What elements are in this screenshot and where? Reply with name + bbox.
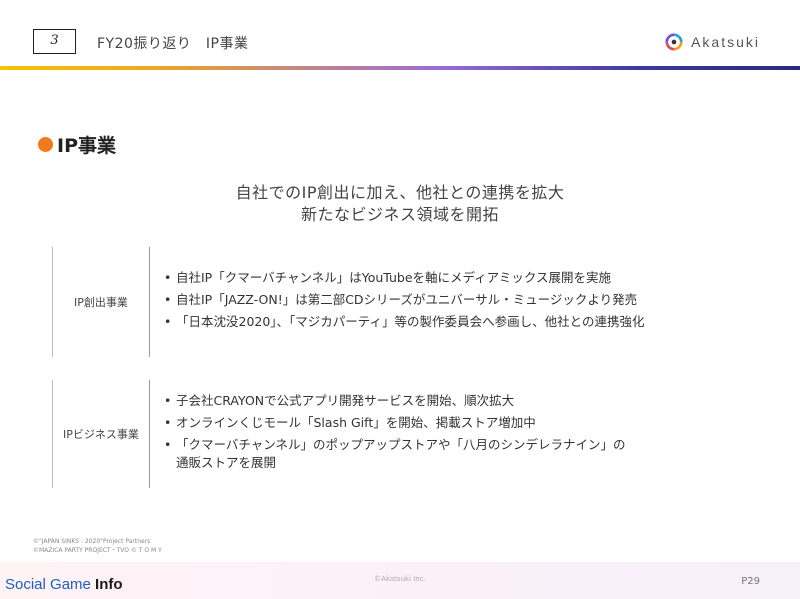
section-number-box: 3 (33, 29, 76, 54)
row-ip-creation: IP創出事業 自社IP「クマーバチャンネル」はYouTubeを軸にメディアミック… (52, 247, 732, 357)
header-gradient-rule (0, 66, 800, 70)
row-ip-business: IPビジネス事業 子会社CRAYONで公式アプリ開発サービスを開始、順次拡大 オ… (52, 380, 732, 488)
row-label: IPビジネス事業 (52, 380, 149, 488)
list-item: 「日本沈没2020」、「マジカパーティ」等の製作委員会へ参画し、他社との連携強化 (164, 311, 644, 333)
header-title: FY20振り返り IP事業 (97, 36, 249, 52)
row-label-text: IP創出事業 (74, 296, 128, 309)
list-item: 「クマーバチャンネル」のポップアップストアや「八月のシンデレラナイン」の 通販ス… (164, 436, 626, 472)
copyright-line: ©MAZICA PARTY PROJECT・TVO © T O M Y (33, 547, 162, 554)
section-heading-text: IP事業 (57, 135, 116, 157)
row-label-text: IPビジネス事業 (63, 428, 139, 441)
list-item-line: 「クマーバチャンネル」のポップアップストアや「八月のシンデレラナイン」の (176, 437, 626, 452)
copyright-notes: ©"JAPAN SINKS : 2020"Project Partners ©M… (33, 537, 162, 555)
logo-text: Akatsuki (691, 34, 760, 50)
lead-line-1: 自社でのIP創出に加え、他社との連携を拡大 (235, 183, 565, 202)
watermark-text-bold: Info (95, 576, 123, 593)
row-label: IP創出事業 (52, 247, 149, 357)
list-item-line: 通販ストアを展開 (176, 455, 277, 470)
list-item: 子会社CRAYONで公式アプリ開発サービスを開始、順次拡大 (164, 390, 626, 412)
row-divider (149, 247, 150, 357)
row-divider (149, 380, 150, 488)
akatsuki-logo-icon (665, 33, 683, 51)
list-item: 自社IP「クマーバチャンネル」はYouTubeを軸にメディアミックス展開を実施 (164, 267, 644, 289)
orange-dot-icon (38, 137, 53, 152)
lead-statement: 自社でのIP創出に加え、他社との連携を拡大 新たなビジネス領域を開拓 (0, 182, 800, 226)
page-number: P29 (741, 576, 760, 587)
lead-line-2: 新たなビジネス領域を開拓 (300, 205, 499, 224)
company-logo: Akatsuki (665, 33, 760, 51)
section-number: 3 (50, 33, 59, 48)
list-item: 自社IP「JAZZ-ON!」は第二部CDシリーズがユニバーサル・ミュージックより… (164, 289, 644, 311)
slide: 3 FY20振り返り IP事業 Akatsuki IP事業 自社でのIP創出に加… (0, 0, 800, 599)
watermark-text: Social Game (5, 576, 96, 593)
watermark: Social Game Info (5, 576, 123, 593)
row-item-list: 自社IP「クマーバチャンネル」はYouTubeを軸にメディアミックス展開を実施 … (164, 267, 644, 333)
list-item: オンラインくじモール「Slash Gift」を開始、掲載ストア増加中 (164, 412, 626, 434)
row-item-list: 子会社CRAYONで公式アプリ開発サービスを開始、順次拡大 オンラインくじモール… (164, 390, 626, 472)
section-heading: IP事業 (38, 131, 116, 158)
copyright-line: ©"JAPAN SINKS : 2020"Project Partners (33, 538, 151, 545)
